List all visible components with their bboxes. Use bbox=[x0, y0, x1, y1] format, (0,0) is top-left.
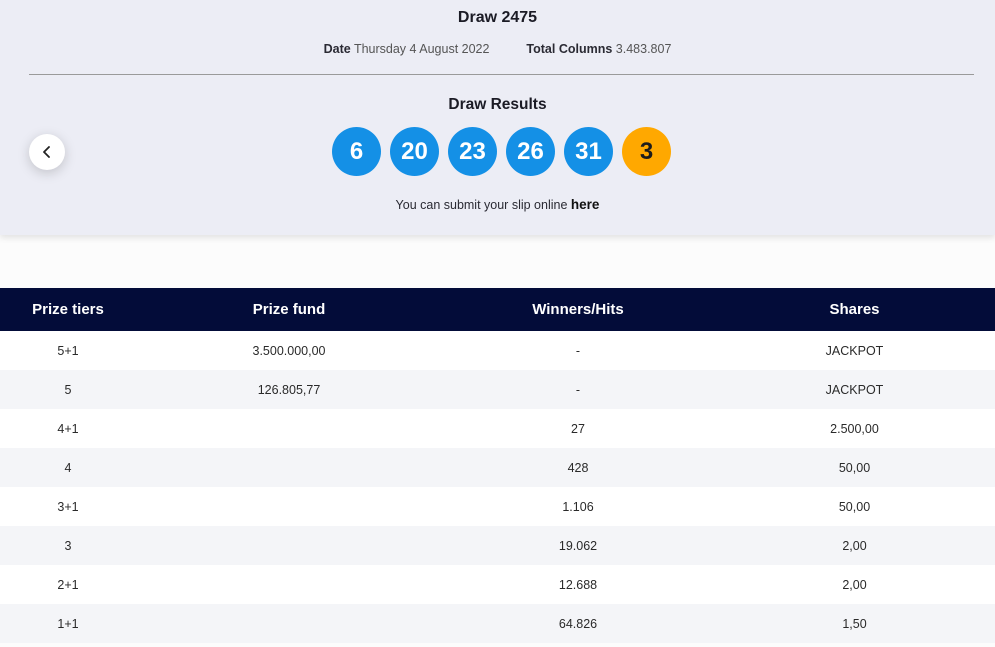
shares-cell: 50,00 bbox=[838, 499, 871, 514]
shares-cell: 2,00 bbox=[842, 577, 867, 592]
table-row: 3 19.062 2,00 bbox=[0, 526, 995, 565]
fund-cell bbox=[136, 526, 442, 565]
table-row: 1+1 64.826 1,50 bbox=[0, 604, 995, 643]
fund-cell bbox=[136, 487, 442, 526]
number-ball: 26 bbox=[506, 127, 555, 176]
chevron-left-icon bbox=[42, 146, 52, 158]
number-ball: 20 bbox=[390, 127, 439, 176]
shares-cell: 50,00 bbox=[838, 460, 871, 475]
header-divider bbox=[29, 74, 974, 75]
submit-slip-line: You can submit your slip online here bbox=[0, 197, 995, 212]
drawn-numbers: 6 20 23 26 31 3 bbox=[332, 127, 671, 176]
shares-cell: 1,50 bbox=[842, 616, 867, 631]
winners-cell: 19.062 bbox=[558, 538, 598, 553]
shares-cell: JACKPOT bbox=[825, 343, 884, 358]
draw-header-panel: Draw 2475 Date Thursday 4 August 2022 To… bbox=[0, 0, 995, 235]
tier-cell: 4+1 bbox=[57, 421, 79, 436]
previous-draw-button[interactable] bbox=[29, 134, 65, 170]
prize-table-header: Prize tiers Prize fund Winners/Hits Shar… bbox=[0, 288, 995, 331]
bonus-ball: 3 bbox=[622, 127, 671, 176]
number-ball: 23 bbox=[448, 127, 497, 176]
total-columns-label: Total Columns bbox=[526, 42, 613, 56]
winners-cell: 27 bbox=[571, 421, 585, 436]
header-shares: Shares bbox=[829, 301, 880, 318]
draw-results-title: Draw Results bbox=[448, 96, 547, 113]
winners-cell: - bbox=[575, 382, 581, 397]
winners-cell: - bbox=[575, 343, 581, 358]
fund-cell bbox=[136, 448, 442, 487]
tier-cell: 3+1 bbox=[57, 499, 79, 514]
shares-cell: JACKPOT bbox=[825, 382, 884, 397]
date-label: Date bbox=[323, 42, 351, 56]
number-ball: 6 bbox=[332, 127, 381, 176]
winners-cell: 64.826 bbox=[558, 616, 598, 631]
submit-slip-text: You can submit your slip online bbox=[395, 198, 568, 212]
table-row: 4+1 27 2.500,00 bbox=[0, 409, 995, 448]
fund-cell bbox=[136, 565, 442, 604]
draw-title: Draw 2475 bbox=[457, 9, 538, 26]
shares-cell: 2.500,00 bbox=[830, 421, 879, 436]
tier-cell: 5+1 bbox=[57, 343, 79, 358]
header-prize-tiers: Prize tiers bbox=[32, 301, 104, 318]
tier-cell: 1+1 bbox=[57, 616, 79, 631]
tier-cell: 4 bbox=[64, 460, 72, 475]
header-winners-hits: Winners/Hits bbox=[532, 301, 624, 318]
header-prize-fund: Prize fund bbox=[252, 301, 326, 318]
winners-cell: 1.106 bbox=[562, 499, 594, 514]
winners-cell: 12.688 bbox=[558, 577, 598, 592]
table-row: 5 126.805,77 - JACKPOT bbox=[0, 370, 995, 409]
draw-meta: Date Thursday 4 August 2022 Total Column… bbox=[0, 42, 995, 56]
submit-slip-link[interactable]: here bbox=[571, 197, 600, 212]
table-row: 4 428 50,00 bbox=[0, 448, 995, 487]
tier-cell: 2+1 bbox=[57, 577, 79, 592]
number-ball: 31 bbox=[564, 127, 613, 176]
fund-cell bbox=[136, 604, 442, 643]
total-columns-value: 3.483.807 bbox=[615, 42, 672, 56]
winners-cell: 428 bbox=[567, 460, 589, 475]
fund-cell: 126.805,77 bbox=[257, 382, 321, 397]
table-row: 3+1 1.106 50,00 bbox=[0, 487, 995, 526]
tier-cell: 3 bbox=[64, 538, 72, 553]
date-value: Thursday 4 August 2022 bbox=[353, 42, 490, 56]
tier-cell: 5 bbox=[64, 382, 72, 397]
prize-table: Prize tiers Prize fund Winners/Hits Shar… bbox=[0, 288, 995, 643]
fund-cell bbox=[136, 409, 442, 448]
table-row: 5+1 3.500.000,00 - JACKPOT bbox=[0, 331, 995, 370]
fund-cell: 3.500.000,00 bbox=[252, 343, 326, 358]
shares-cell: 2,00 bbox=[842, 538, 867, 553]
table-row: 2+1 12.688 2,00 bbox=[0, 565, 995, 604]
